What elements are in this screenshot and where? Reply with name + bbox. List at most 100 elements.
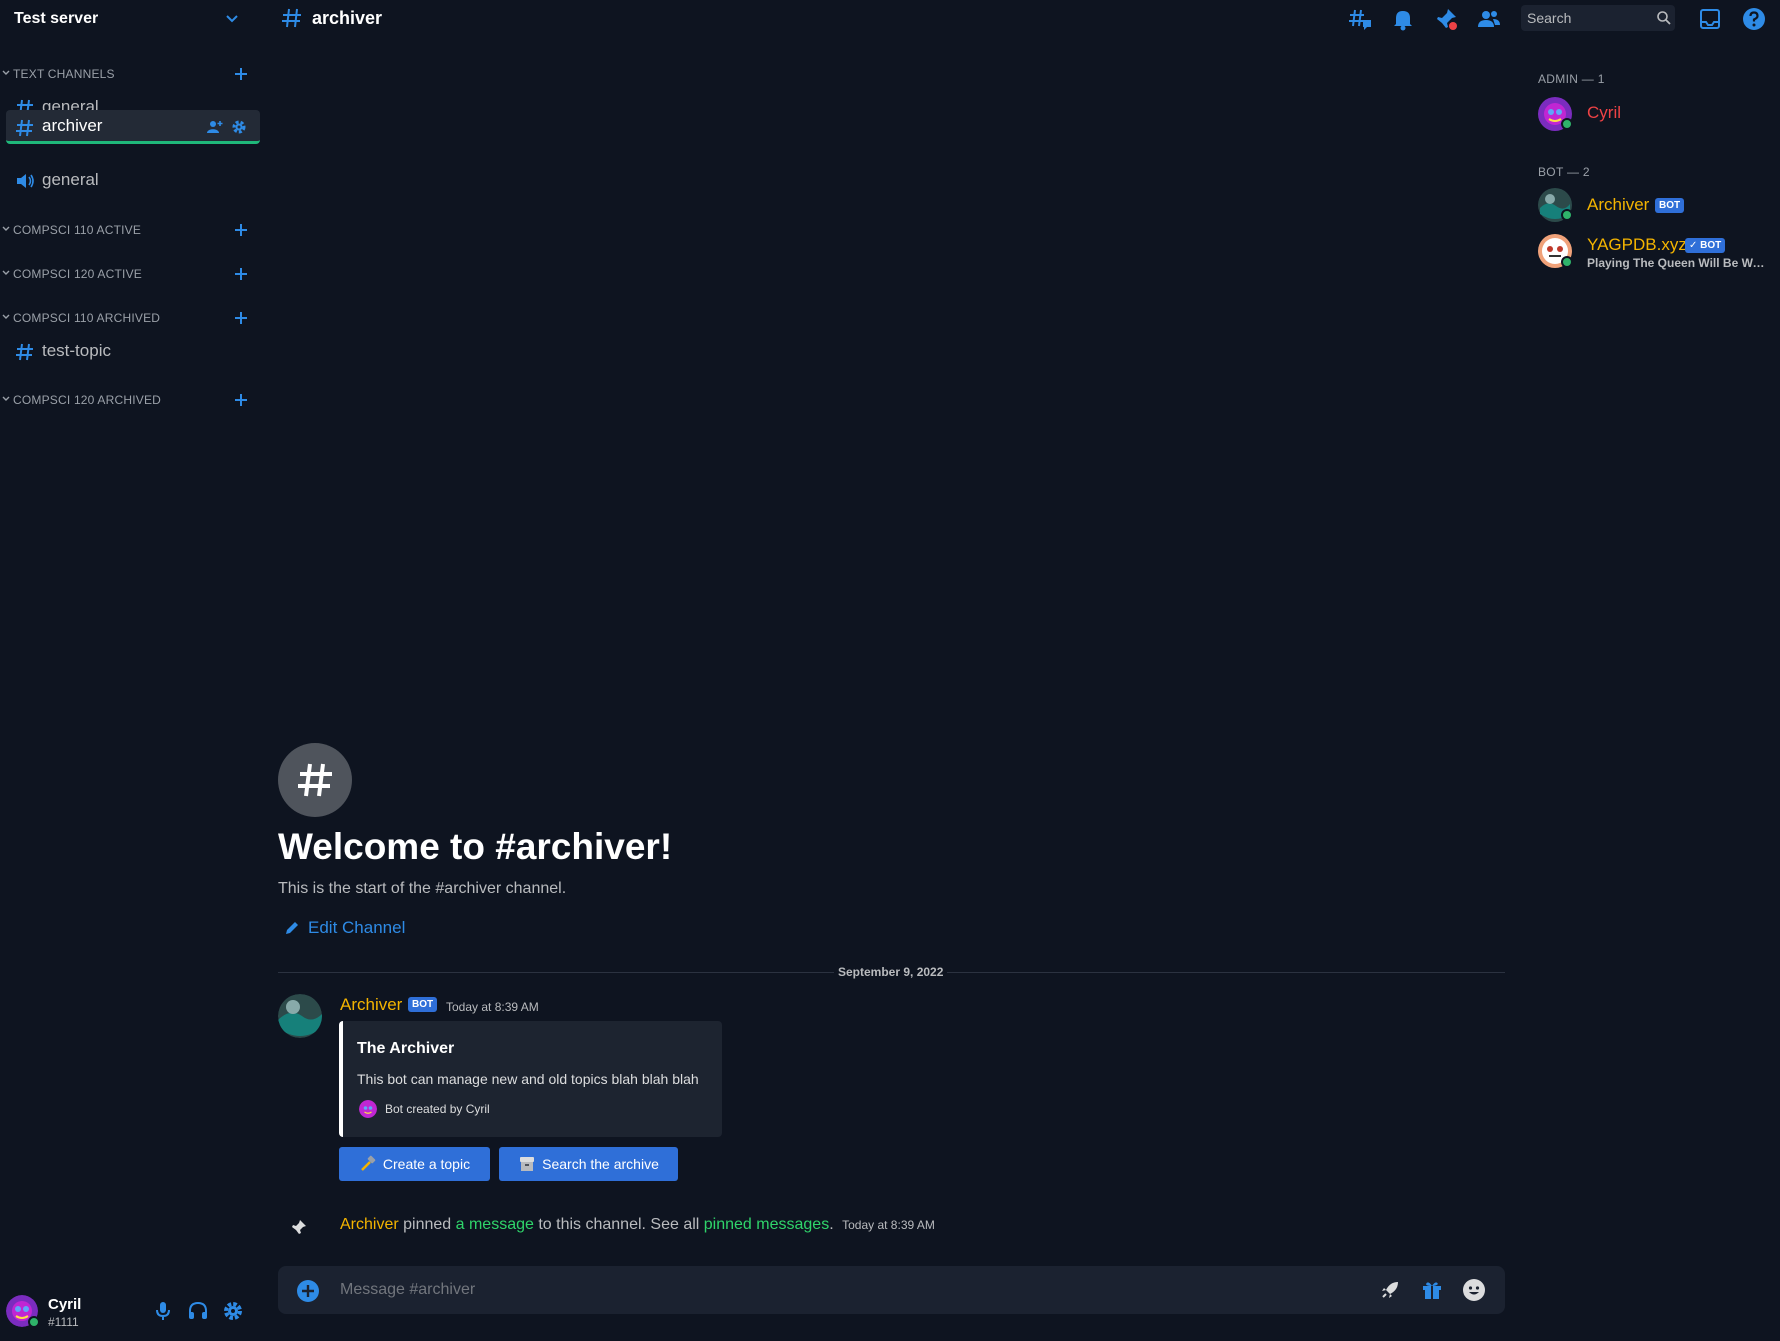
user-tag: #1111 (48, 1315, 79, 1329)
add-attachment-icon[interactable] (296, 1279, 320, 1303)
verified-bot-badge: ✓ BOT (1685, 238, 1726, 253)
microphone-icon[interactable] (151, 1299, 175, 1323)
channel-label: general (42, 170, 99, 189)
message-author[interactable]: Archiver (340, 995, 402, 1015)
settings-gear-icon[interactable] (221, 1299, 245, 1323)
online-status-icon (1561, 118, 1573, 130)
hammer-icon (361, 1155, 376, 1171)
edit-channel-link[interactable]: Edit Channel (284, 917, 405, 939)
online-status-icon (28, 1316, 40, 1328)
hash-icon (16, 119, 33, 137)
threads-icon[interactable] (1347, 6, 1373, 32)
channel-hash-icon (282, 8, 301, 28)
search-box[interactable] (1521, 5, 1675, 31)
embed-footer: Bot created by Cyril (385, 1102, 490, 1116)
member-list-icon[interactable] (1476, 6, 1502, 32)
button-label: Search the archive (542, 1156, 659, 1172)
add-channel-icon[interactable] (232, 265, 250, 283)
gear-icon[interactable] (230, 118, 248, 136)
message-composer (278, 1266, 1505, 1314)
bell-icon[interactable] (1390, 6, 1416, 32)
inbox-icon[interactable] (1697, 6, 1723, 32)
archive-box-icon (520, 1157, 535, 1171)
message-timestamp: Today at 8:39 AM (446, 1000, 539, 1014)
caret-down-icon (2, 270, 10, 275)
pinned-system-message: Archiver pinned a message to this channe… (340, 1216, 935, 1233)
category-compsci-110-active[interactable]: COMPSCI 110 ACTIVE (0, 220, 260, 240)
channel-title: archiver (312, 8, 383, 28)
search-input[interactable] (1527, 9, 1647, 27)
invite-member-icon[interactable] (206, 118, 224, 136)
add-channel-icon[interactable] (232, 221, 250, 239)
channel-item-test-topic[interactable]: test-topic (6, 334, 260, 368)
channel-label: test-topic (42, 341, 111, 360)
help-icon[interactable] (1741, 6, 1767, 32)
caret-down-icon (2, 226, 10, 231)
date-divider: September 9, 2022 (834, 963, 948, 981)
category-compsci-110-archived[interactable]: COMPSCI 110 ARCHIVED (0, 308, 260, 328)
pin-icon[interactable] (1433, 6, 1459, 32)
category-label: COMPSCI 110 ARCHIVED (13, 311, 161, 325)
category-compsci-120-archived[interactable]: COMPSCI 120 ARCHIVED (0, 390, 260, 410)
pinned-message-link[interactable]: a message (456, 1216, 534, 1233)
bot-badge: BOT (1655, 198, 1685, 213)
server-name: Test server (14, 10, 99, 27)
pin-icon (292, 1220, 306, 1234)
server-header[interactable]: Test server (0, 0, 260, 38)
pencil-icon (286, 922, 298, 934)
category-text-channels[interactable]: TEXT CHANNELS (0, 64, 260, 84)
role-heading-bot: BOT — 2 (1538, 165, 1590, 179)
channel-sidebar: Test server TEXT CHANNELS general archiv… (0, 0, 260, 1341)
hash-icon (16, 343, 33, 361)
boost-rocket-icon[interactable] (1378, 1278, 1402, 1302)
embed-description: This bot can manage new and old topics b… (357, 1071, 699, 1087)
member-name: Archiver (1587, 195, 1650, 214)
hash-icon (298, 763, 332, 797)
user-name: Cyril (48, 1296, 82, 1313)
edit-channel-label: Edit Channel (308, 918, 406, 937)
category-label: TEXT CHANNELS (13, 67, 115, 81)
welcome-title: Welcome to #archiver! (278, 826, 673, 867)
embed-title: The Archiver (357, 1040, 455, 1057)
emoji-icon[interactable] (1462, 1278, 1486, 1302)
category-compsci-120-active[interactable]: COMPSCI 120 ACTIVE (0, 264, 260, 284)
message-embed: The Archiver This bot can manage new and… (339, 1021, 722, 1137)
member-item-cyril[interactable]: Cyril (1538, 95, 1770, 137)
member-item-yagpdb[interactable]: YAGPDB.xyz ✓ BOT Playing The Queen Will … (1538, 232, 1770, 276)
category-label: COMPSCI 120 ACTIVE (13, 267, 142, 281)
caret-down-icon (2, 70, 10, 75)
welcome-subtitle: This is the start of the #archiver chann… (278, 880, 567, 897)
role-heading-admin: ADMIN — 1 (1538, 72, 1605, 86)
channel-label: archiver (42, 115, 103, 135)
member-item-archiver[interactable]: Archiver BOT (1538, 187, 1770, 229)
embed-footer-avatar-icon (359, 1100, 377, 1118)
gift-icon[interactable] (1420, 1278, 1444, 1302)
caret-down-icon (2, 396, 10, 401)
message-avatar[interactable] (278, 994, 322, 1038)
speaker-icon (17, 174, 34, 188)
caret-down-icon (2, 314, 10, 319)
category-label: COMPSCI 110 ACTIVE (13, 223, 142, 237)
add-channel-icon[interactable] (232, 309, 250, 327)
online-status-icon (1561, 256, 1573, 268)
search-icon[interactable] (1656, 10, 1672, 26)
channel-item-archiver[interactable]: archiver (6, 110, 260, 144)
search-archive-button[interactable]: Search the archive (499, 1147, 678, 1181)
online-status-icon (1561, 209, 1573, 221)
create-topic-button[interactable]: Create a topic (339, 1147, 490, 1181)
channel-hash-avatar (278, 743, 352, 817)
member-name: YAGPDB.xyz (1587, 235, 1687, 254)
bot-badge: BOT (408, 997, 438, 1012)
chevron-down-icon[interactable] (223, 10, 241, 28)
system-message-timestamp: Today at 8:39 AM (842, 1218, 935, 1232)
channel-item-general-voice[interactable]: general (6, 163, 260, 197)
headphones-icon[interactable] (186, 1299, 210, 1323)
message-input[interactable] (340, 1278, 1240, 1302)
system-message-author[interactable]: Archiver (340, 1216, 399, 1233)
add-channel-icon[interactable] (232, 65, 250, 83)
button-label: Create a topic (382, 1156, 471, 1172)
category-label: COMPSCI 120 ARCHIVED (13, 393, 162, 407)
add-channel-icon[interactable] (232, 391, 250, 409)
pinned-messages-link[interactable]: pinned messages (704, 1216, 829, 1233)
member-name: Cyril (1587, 103, 1621, 122)
